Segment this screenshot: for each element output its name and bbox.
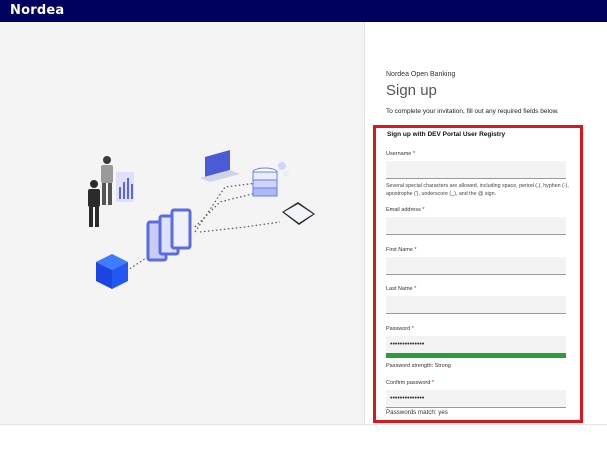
network-frame-icon	[146, 208, 192, 262]
nordea-logo[interactable]: Nordea	[10, 3, 64, 18]
top-bar: Nordea	[0, 0, 607, 22]
password-match-text: Passwords match: yes	[386, 409, 448, 416]
required-mark: *	[412, 151, 416, 157]
username-label: Username *	[386, 151, 416, 157]
required-mark: *	[431, 380, 434, 386]
open-banking-illustration	[88, 150, 315, 289]
last-name-label: Last Name *	[386, 286, 417, 292]
database-icon	[252, 162, 289, 197]
password-strength-fill	[386, 353, 566, 358]
email-label: Email address *	[386, 207, 425, 213]
password-input[interactable]	[386, 336, 566, 354]
confirm-password-input[interactable]	[386, 390, 566, 408]
phone-icon	[282, 202, 315, 225]
intro-text: To complete your invitation, fill out an…	[386, 108, 559, 115]
form-heading: Sign up with DEV Portal User Registry	[387, 131, 506, 138]
page-title: Sign up	[386, 82, 437, 99]
illustration-panel	[0, 22, 365, 424]
laptop-icon	[200, 150, 240, 182]
username-input[interactable]	[386, 161, 566, 179]
password-strength-text: Password strength: Strong	[386, 363, 451, 369]
blue-cube-icon	[96, 254, 128, 289]
person-icon	[88, 156, 113, 227]
portal-name: Nordea Open Banking	[386, 71, 456, 78]
password-label: Password *	[386, 326, 414, 332]
password-strength-bar	[386, 353, 566, 358]
required-mark: *	[422, 207, 425, 213]
required-mark: *	[414, 286, 417, 292]
first-name-label: First Name *	[386, 247, 417, 253]
last-name-input[interactable]	[386, 296, 566, 314]
footer-divider	[0, 424, 607, 425]
username-help-text: Several special characters are allowed, …	[386, 183, 569, 197]
chart-panel-icon	[116, 172, 134, 202]
email-input[interactable]	[386, 217, 566, 235]
required-mark: *	[414, 247, 417, 253]
confirm-password-label: Confirm password *	[386, 380, 434, 386]
required-mark: *	[411, 326, 414, 332]
first-name-input[interactable]	[386, 257, 566, 275]
